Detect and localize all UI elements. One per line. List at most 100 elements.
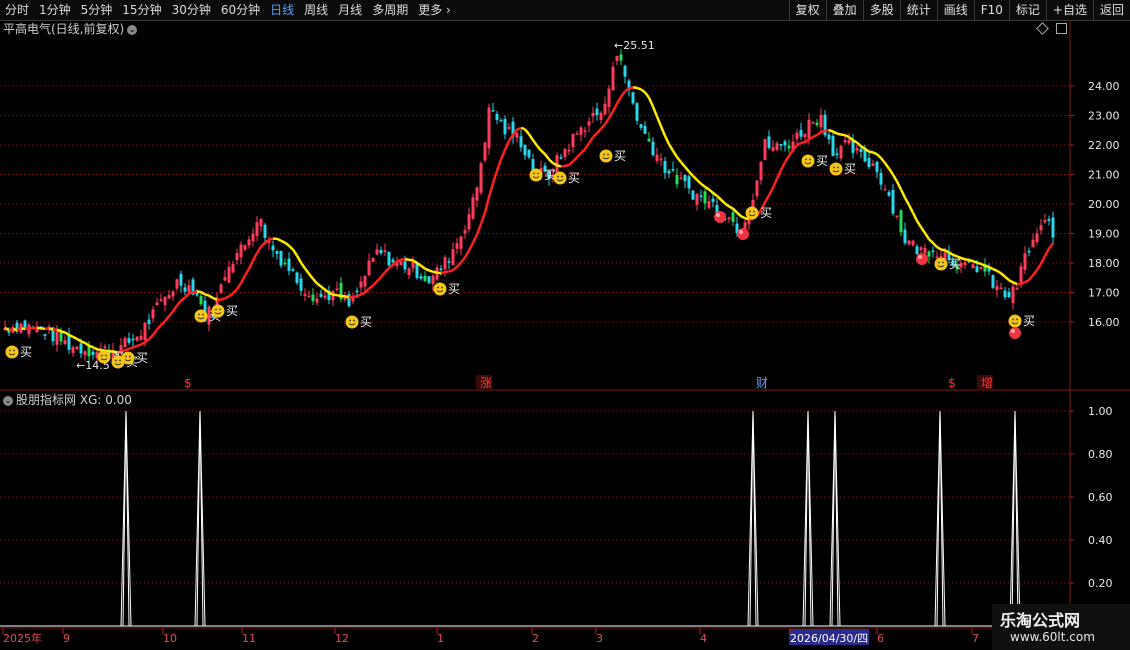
sell-signal-icon xyxy=(714,211,726,223)
smiley-eye xyxy=(537,172,539,175)
candle xyxy=(787,145,791,149)
candle xyxy=(135,336,139,341)
candle xyxy=(355,290,359,293)
ma-line-segment xyxy=(576,152,582,159)
candle xyxy=(1007,292,1011,298)
ma-line-segment xyxy=(260,241,266,248)
candle xyxy=(963,262,967,266)
candle xyxy=(683,174,687,182)
candle xyxy=(995,285,999,291)
smiley-eye xyxy=(119,359,121,362)
smiley-eye xyxy=(557,175,559,178)
ma-line-segment xyxy=(708,188,714,194)
ma-line-segment xyxy=(636,86,642,91)
ma-line-segment xyxy=(891,174,899,183)
ma-line-segment xyxy=(180,296,186,302)
stock-chart[interactable]: 24.0023.0022.0021.0020.0019.0018.0017.00… xyxy=(0,0,1130,650)
smiley-eye xyxy=(607,153,609,156)
candle xyxy=(399,261,403,265)
event-marker: 财 xyxy=(756,376,768,390)
ma-line-segment xyxy=(832,130,838,135)
ma-line-segment xyxy=(320,285,326,291)
ma-line-segment xyxy=(1008,279,1014,284)
candle xyxy=(599,112,603,120)
candle xyxy=(923,247,927,254)
ma-line-segment xyxy=(531,139,539,147)
candle xyxy=(975,266,979,272)
candle xyxy=(971,264,975,269)
candle xyxy=(583,130,587,132)
candle xyxy=(151,309,155,319)
candle xyxy=(891,190,895,214)
candle xyxy=(867,157,871,167)
candle xyxy=(807,119,811,139)
candle xyxy=(307,295,311,298)
ma-line-segment xyxy=(696,179,702,185)
ma-line-segment xyxy=(580,148,586,155)
candle xyxy=(575,133,579,135)
ma-line-segment xyxy=(651,106,659,117)
candle xyxy=(283,262,287,265)
candle xyxy=(815,122,819,126)
ma-line-segment xyxy=(972,260,978,264)
smiley-eye xyxy=(1016,318,1018,321)
ma-line-segment xyxy=(820,129,826,134)
ma-line-segment xyxy=(544,153,550,161)
ma-line-segment xyxy=(96,348,102,352)
candle xyxy=(247,239,251,246)
ma-line-segment xyxy=(960,256,966,261)
candle xyxy=(363,275,367,287)
candle xyxy=(563,149,567,158)
ma-line-segment xyxy=(380,271,386,278)
ma-line-segment xyxy=(251,252,259,262)
candle xyxy=(843,140,847,143)
ma-line-segment xyxy=(520,126,526,131)
ma-line-segment xyxy=(932,242,938,248)
candle xyxy=(515,132,519,138)
ma-line-segment xyxy=(192,290,198,294)
smiley-eye xyxy=(753,210,755,213)
candle xyxy=(991,275,995,288)
smiley-eye xyxy=(13,349,15,352)
ma-line-segment xyxy=(600,123,606,130)
ma-line-segment xyxy=(928,238,934,244)
candle xyxy=(1039,225,1043,231)
ma-line-segment xyxy=(992,267,998,272)
candle xyxy=(1027,250,1031,253)
candle xyxy=(775,143,779,150)
smiley-eye xyxy=(202,313,204,316)
smiley-eye xyxy=(749,210,751,213)
watermark-title: 乐淘公式网 xyxy=(1000,611,1081,630)
ma-line-segment xyxy=(644,91,650,99)
candle xyxy=(139,335,143,340)
candle xyxy=(155,302,159,306)
ma-line-segment xyxy=(247,260,255,270)
candle xyxy=(711,198,715,203)
candle xyxy=(487,107,491,149)
ma-line-segment xyxy=(944,249,950,254)
ma-line-segment xyxy=(716,194,722,201)
ma-line-segment xyxy=(736,211,742,218)
candle xyxy=(403,261,407,270)
candle xyxy=(835,153,839,155)
ma-line-segment xyxy=(720,198,726,205)
candle xyxy=(255,222,259,236)
candle xyxy=(275,251,279,254)
candle xyxy=(271,245,275,251)
candle xyxy=(611,66,615,91)
candle xyxy=(799,130,803,137)
ma-line-segment xyxy=(783,155,791,163)
candle xyxy=(459,236,463,249)
candle xyxy=(451,249,455,265)
smiley-eye xyxy=(533,172,535,175)
candle xyxy=(387,251,391,266)
candle xyxy=(651,141,655,156)
ma-line-segment xyxy=(883,162,891,170)
candle xyxy=(87,346,91,357)
ma-line-segment xyxy=(228,292,234,298)
date-label: 2025年 xyxy=(3,631,42,645)
ma-line-segment xyxy=(607,110,615,119)
ma-line-segment xyxy=(767,187,775,196)
ma-line-segment xyxy=(680,161,686,168)
date-label: 4 xyxy=(700,632,707,645)
